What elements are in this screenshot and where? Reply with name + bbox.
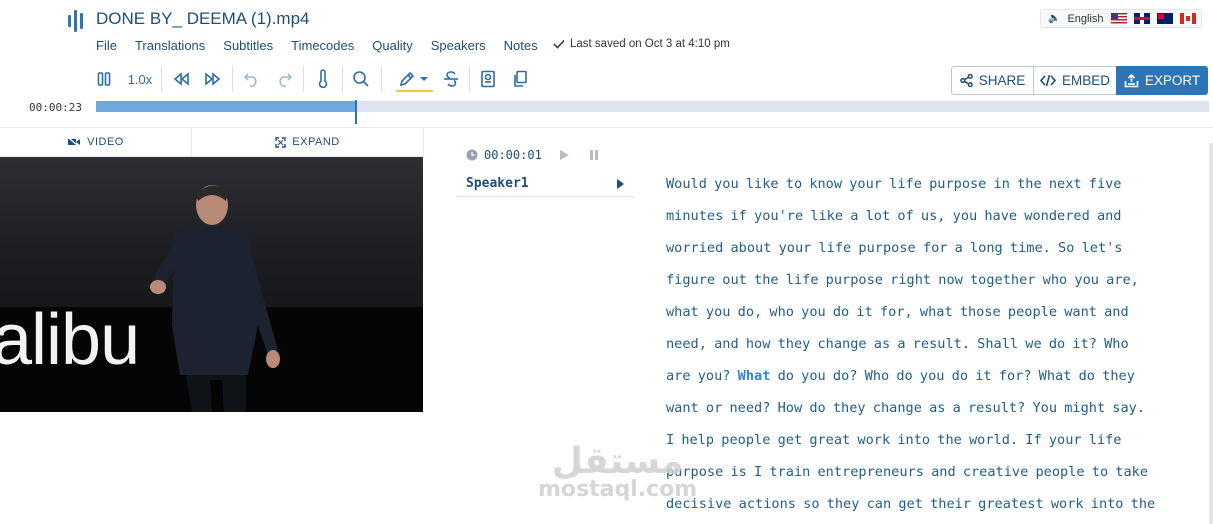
segment-time: 00:00:01 [484,148,542,162]
checkmark-icon [553,39,565,49]
menu-file[interactable]: File [96,38,117,53]
video-off-icon [67,137,81,147]
toolbar-divider [342,66,343,92]
transcript-text-after: do you do? Who do you do it for? What do… [666,368,1156,512]
playback-speed-button[interactable]: 1.0x [122,66,158,92]
menu-timecodes[interactable]: Timecodes [291,38,354,53]
menu-notes[interactable]: Notes [504,38,538,53]
speaker-icon: 🔈 [1048,13,1061,24]
strikethrough-icon [444,71,458,87]
search-button[interactable] [349,66,373,92]
toolbar-divider [469,66,470,92]
code-icon [1039,74,1056,87]
play-segment-icon[interactable] [558,149,570,161]
video-player[interactable]: alibu [0,157,423,412]
copy-button[interactable] [508,66,532,92]
export-icon [1124,73,1139,87]
thermometer-icon [318,69,328,89]
expand-icon [275,136,286,148]
share-button[interactable]: SHARE [951,66,1034,95]
speaker-figure [150,185,280,412]
pen-icon [399,71,414,87]
toolbar-divider [161,66,162,92]
temperature-button[interactable] [311,66,335,92]
search-icon [353,71,369,87]
rewind-icon [173,72,189,86]
stage-backdrop-text: alibu [0,300,140,380]
file-title: DONE BY_ DEEMA (1).mp4 [96,9,310,28]
menu-speakers[interactable]: Speakers [431,38,486,53]
transcript-text-before: Would you like to know your life purpose… [666,176,1139,384]
redo-button[interactable] [272,66,296,92]
caret-down-icon [419,77,428,81]
embed-label: EMBED [1061,73,1110,88]
expand-tab-label: EXPAND [292,136,340,148]
pause-icon [97,72,111,86]
undo-button[interactable] [240,66,264,92]
segment-time-row: 00:00:01 [466,148,600,162]
toolbar-divider [303,66,304,92]
us-flag-icon[interactable] [1110,13,1127,24]
menu-translations[interactable]: Translations [135,38,205,53]
expand-tab[interactable]: EXPAND [192,128,424,157]
language-selector[interactable]: 🔈 English [1040,9,1202,28]
video-tab-label: VIDEO [87,136,124,148]
share-label: SHARE [978,73,1026,88]
scrollbar[interactable] [1209,143,1213,524]
share-icon [959,74,973,87]
pause-segment-icon[interactable] [588,149,600,161]
embed-button[interactable]: EMBED [1033,66,1117,95]
toolbar-divider [232,66,233,92]
save-status-text: Last saved on Oct 3 at 4:10 pm [570,38,730,50]
export-label: EXPORT [1144,73,1201,88]
notebook-icon [481,70,495,88]
rewind-button[interactable] [169,66,193,92]
menu-subtitles[interactable]: Subtitles [223,38,273,53]
export-button[interactable]: EXPORT [1116,66,1208,95]
uk-flag-icon[interactable] [1133,13,1150,24]
current-word[interactable]: What [738,368,771,384]
strikethrough-button[interactable] [439,66,463,92]
ca-flag-icon[interactable] [1179,13,1196,24]
undo-icon [243,73,257,87]
progress-bar[interactable] [96,100,1209,124]
app-logo-icon [68,9,83,33]
fast-forward-button[interactable] [201,66,225,92]
au-flag-icon[interactable] [1156,13,1173,24]
copy-icon [514,70,527,87]
current-time: 00:00:23 [29,101,82,114]
speaker-selector[interactable]: Speaker1 [456,171,634,197]
fast-forward-icon [205,72,221,86]
speaker-name: Speaker1 [466,176,529,191]
highlight-color-indicator [396,90,433,92]
redo-icon [279,73,293,87]
transcript-text[interactable]: Would you like to know your life purpose… [666,168,1201,520]
progress-fill [96,101,356,112]
playhead[interactable] [355,100,358,124]
highlight-button[interactable] [392,66,434,92]
notebook-button[interactable] [476,66,500,92]
language-label: English [1067,12,1104,25]
save-status: Last saved on Oct 3 at 4:10 pm [553,38,730,50]
toolbar-divider [381,66,382,92]
video-tab[interactable]: VIDEO [0,128,192,157]
clock-icon [466,149,478,161]
pause-button[interactable] [92,66,116,92]
main-menu: File Translations Subtitles Timecodes Qu… [96,38,538,53]
menu-quality[interactable]: Quality [372,38,412,53]
caret-right-icon [617,178,624,189]
